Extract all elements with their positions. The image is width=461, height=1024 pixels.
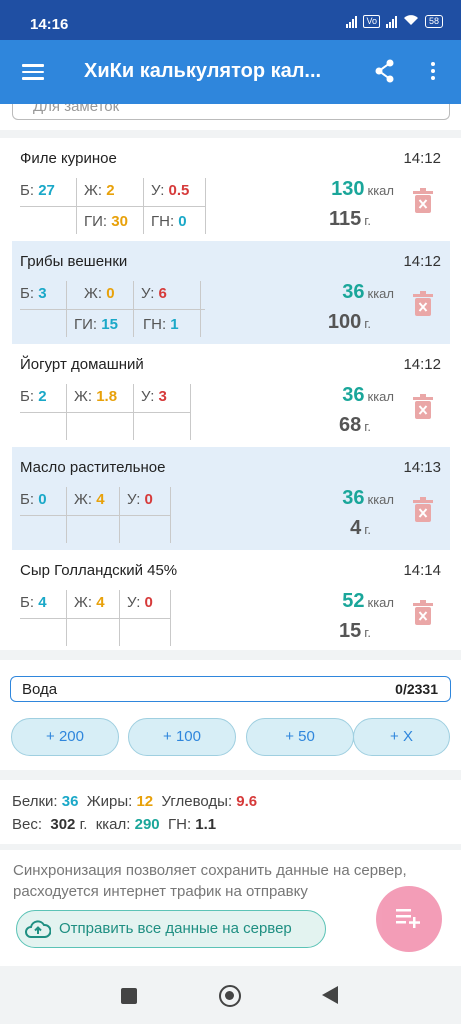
weight-value: 100 г.: [327, 311, 371, 333]
protein-value: Б: 3: [20, 285, 47, 302]
status-bar: 14:16 Vo 58: [0, 0, 461, 40]
nutrients-grid: Б: 4 Ж: 4 У: 0: [20, 588, 210, 648]
cloud-upload-icon: [25, 919, 52, 939]
gi-value: ГИ: 30: [84, 213, 128, 230]
food-item[interactable]: Грибы вешенки 14:12 Б: 3 Ж: 0 У: 6 ГИ: 1…: [12, 241, 450, 344]
food-name: Йогурт домашний: [20, 356, 144, 373]
home-icon[interactable]: [219, 985, 241, 1007]
food-name: Сыр Голландский 45%: [20, 562, 178, 579]
water-section: Вода 0/2331 + 200 + 100 + 50 + X: [0, 660, 461, 770]
daily-summary: Белки: 36 Жиры: 12 Углеводы: 9.6 Вес: 30…: [0, 780, 461, 844]
add-water-100-button[interactable]: + 100: [128, 718, 236, 756]
food-name: Масло растительное: [20, 459, 166, 476]
battery-icon: 58: [424, 15, 443, 28]
signal-icon-2: [385, 15, 397, 28]
kcal-value: 36 ккал: [342, 281, 394, 303]
weight-value: 15 г.: [338, 620, 371, 642]
fat-value: Ж: 4: [74, 491, 105, 508]
protein-value: Б: 0: [20, 491, 47, 508]
gn-value: ГН: 0: [151, 213, 187, 230]
food-list: Филе куриное 14:12 Б: 27 Ж: 2 У: 0.5 ГИ:…: [0, 138, 461, 650]
system-nav-bar: [0, 966, 461, 1024]
back-icon[interactable]: [322, 986, 338, 1004]
add-water-200-button[interactable]: + 200: [11, 718, 119, 756]
food-item[interactable]: Филе куриное 14:12 Б: 27 Ж: 2 У: 0.5 ГИ:…: [12, 138, 450, 241]
delete-icon[interactable]: [413, 291, 433, 317]
food-time: 14:12: [403, 356, 441, 373]
delete-icon[interactable]: [413, 600, 433, 626]
delete-icon[interactable]: [413, 188, 433, 214]
food-item[interactable]: Йогурт домашний 14:12 Б: 2 Ж: 1.8 У: 3 3…: [12, 344, 450, 447]
notes-input[interactable]: Для заметок: [12, 104, 450, 120]
gi-value: ГИ: 15: [74, 316, 118, 333]
kcal-value: 52 ккал: [342, 590, 394, 612]
app-title: ХиКи калькулятор кал...: [84, 60, 322, 82]
app-bar: ХиКи калькулятор кал...: [0, 40, 461, 104]
sync-description: Синхронизация позволяет сохранить данные…: [13, 862, 407, 900]
carbs-value: У: 6: [141, 285, 167, 302]
notes-section: Для заметок: [0, 104, 461, 130]
kcal-value: 36 ккал: [342, 487, 394, 509]
carbs-value: У: 0.5: [151, 182, 190, 199]
food-item[interactable]: Сыр Голландский 45% 14:14 Б: 4 Ж: 4 У: 0…: [12, 550, 450, 653]
kcal-value: 36 ккал: [342, 384, 394, 406]
protein-value: Б: 4: [20, 594, 47, 611]
menu-icon[interactable]: [22, 64, 44, 80]
summary-totals: Вес: 302 г. ккал: 290 ГН: 1.1: [12, 816, 217, 833]
send-to-server-button[interactable]: Отправить все данные на сервер: [16, 910, 326, 948]
water-field[interactable]: Вода 0/2331: [10, 676, 451, 702]
protein-value: Б: 2: [20, 388, 47, 405]
fat-value: Ж: 0: [84, 285, 115, 302]
fat-value: Ж: 2: [84, 182, 115, 199]
weight-value: 4 г.: [350, 517, 371, 539]
food-item[interactable]: Масло растительное 14:13 Б: 0 Ж: 4 У: 0 …: [12, 447, 450, 550]
add-water-50-button[interactable]: + 50: [246, 718, 354, 756]
food-time: 14:12: [403, 150, 441, 167]
playlist-add-icon: [396, 909, 420, 928]
weight-value: 68 г.: [338, 414, 371, 436]
food-time: 14:12: [403, 253, 441, 270]
delete-icon[interactable]: [413, 394, 433, 420]
nutrients-grid: Б: 2 Ж: 1.8 У: 3: [20, 382, 210, 442]
notes-placeholder: Для заметок: [33, 104, 120, 115]
recents-icon[interactable]: [121, 988, 137, 1004]
signal-icon: [346, 15, 358, 28]
protein-value: Б: 27: [20, 182, 55, 199]
food-time: 14:14: [403, 562, 441, 579]
carbs-value: У: 0: [127, 594, 153, 611]
wifi-icon: [403, 14, 419, 29]
nutrients-grid: Б: 3 Ж: 0 У: 6 ГИ: 15 ГН: 1: [20, 279, 210, 339]
water-value: 0/2331: [395, 681, 438, 697]
summary-macros: Белки: 36 Жиры: 12 Углеводы: 9.6: [12, 793, 258, 810]
share-icon[interactable]: [374, 58, 396, 84]
weight-value: 115 г.: [328, 208, 371, 230]
nutrients-grid: Б: 27 Ж: 2 У: 0.5 ГИ: 30 ГН: 0: [20, 176, 210, 236]
carbs-value: У: 0: [127, 491, 153, 508]
water-label: Вода: [22, 681, 58, 698]
delete-icon[interactable]: [413, 497, 433, 523]
add-item-fab[interactable]: [376, 886, 442, 952]
volte-icon: Vo: [363, 15, 380, 28]
status-time: 14:16: [30, 16, 69, 33]
gn-value: ГН: 1: [143, 316, 179, 333]
status-icons: Vo 58: [346, 14, 443, 29]
food-name: Грибы вешенки: [20, 253, 128, 270]
food-time: 14:13: [403, 459, 441, 476]
more-options-icon[interactable]: [428, 62, 438, 84]
send-to-server-label: Отправить все данные на сервер: [59, 920, 292, 937]
carbs-value: У: 3: [141, 388, 167, 405]
fat-value: Ж: 1.8: [74, 388, 118, 405]
kcal-value: 130 ккал: [331, 178, 394, 200]
food-name: Филе куриное: [20, 150, 117, 167]
add-water-custom-button[interactable]: + X: [353, 718, 450, 756]
nutrients-grid: Б: 0 Ж: 4 У: 0: [20, 485, 210, 545]
fat-value: Ж: 4: [74, 594, 105, 611]
